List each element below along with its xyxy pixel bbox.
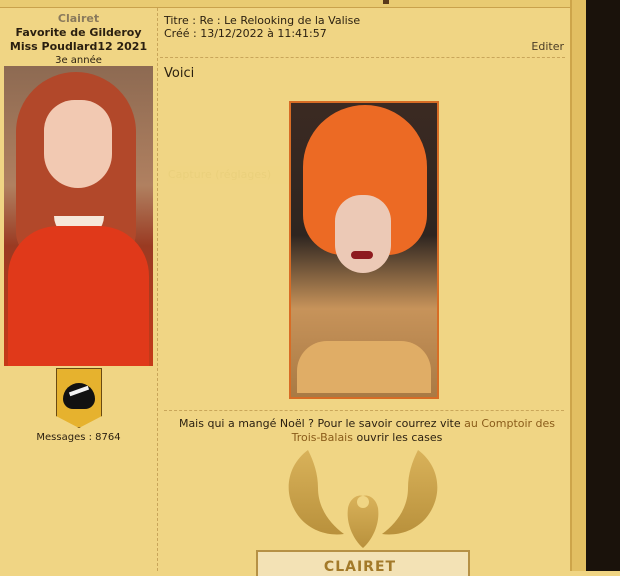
avatar-sweater (8, 226, 149, 366)
post-title: Titre : Re : Le Relooking de la Valise (164, 14, 361, 27)
phoenix-right-wing (382, 450, 438, 535)
column-divider (157, 8, 158, 571)
faint-caption: Capture (réglages) (168, 166, 288, 184)
edit-link[interactable]: Editer (531, 40, 564, 53)
messages-count: Messages : 8764 (36, 432, 121, 443)
post-image-lips (351, 251, 373, 259)
hufflepuff-badge-icon (56, 368, 102, 428)
signature-text: Mais qui a mangé Noël ? Pour le savoir c… (172, 417, 562, 445)
dark-edge (586, 0, 620, 571)
post-header-divider (160, 57, 565, 58)
post-image-face (335, 195, 391, 273)
avatar-face (44, 100, 112, 188)
author-rank-1: Favorite de Gilderoy (15, 26, 142, 39)
author-profile: Clairet Favorite de Gilderoy Miss Poudla… (0, 12, 157, 68)
phoenix-left-wing (288, 450, 344, 535)
signature-text-after: ouvrir les cases (352, 431, 443, 444)
post-body-text: Voici (164, 66, 195, 81)
post-image-top (297, 341, 431, 393)
post-header: Titre : Re : Le Relooking de la Valise C… (164, 14, 360, 40)
author-rank-2: Miss Poudlard12 2021 (9, 40, 148, 53)
signature-text-before: Mais qui a mangé Noël ? Pour le savoir c… (178, 417, 465, 430)
top-rule (0, 0, 570, 8)
phoenix-head (357, 496, 369, 508)
post-created: Créé : 13/12/2022 à 11:41:57 (164, 27, 327, 40)
top-tick (383, 0, 389, 4)
badger-icon (63, 383, 95, 409)
signature-divider (164, 410, 564, 411)
signature-plaque-text: CLAIRET (323, 559, 397, 575)
author-username[interactable]: Clairet (0, 12, 157, 26)
avatar (4, 66, 153, 366)
post-image (289, 101, 439, 399)
